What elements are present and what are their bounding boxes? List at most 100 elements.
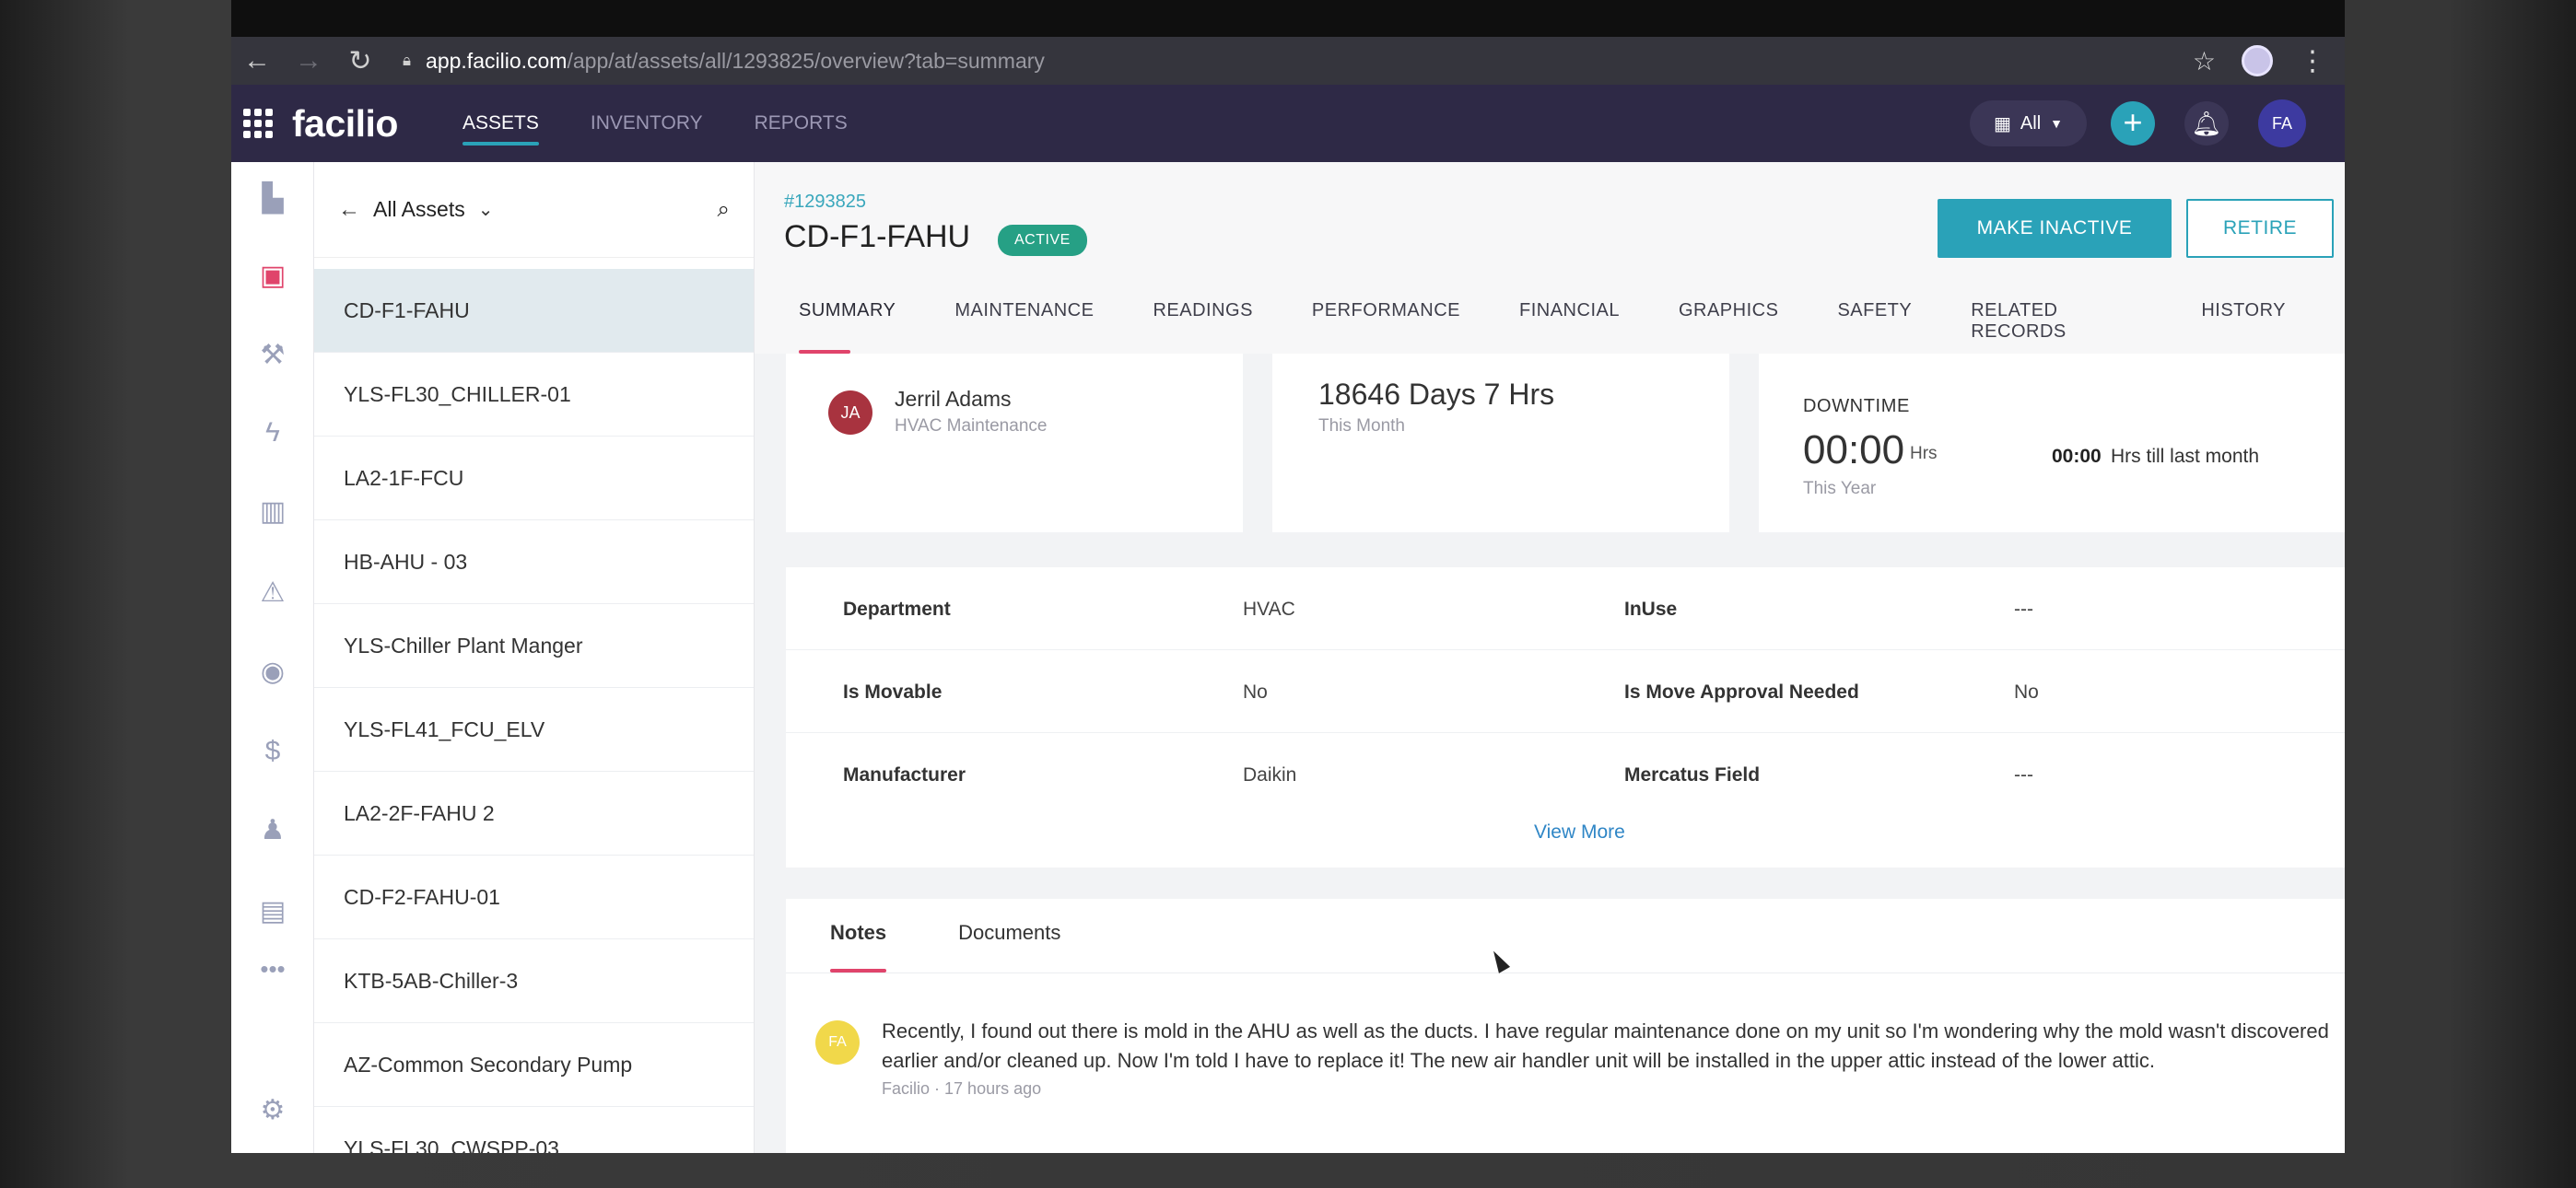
people-icon[interactable]: ◉ [256,656,289,689]
avatar: FA [815,1020,860,1065]
note-time: 17 hours ago [944,1079,1042,1098]
dashboard-icon[interactable]: ▥ [256,495,289,529]
detail-value: No [1243,681,1268,703]
tab-documents[interactable]: Documents [958,921,1060,973]
address-bar[interactable]: 🔒︎ app.facilio.com/app/at/assets/all/129… [403,49,2193,74]
asset-tabs: SUMMARY MAINTENANCE READINGS PERFORMANCE… [799,300,2345,354]
search-icon[interactable]: ⌕ [718,197,730,223]
star-icon[interactable]: ☆ [2193,46,2216,76]
asset-header: #1293825 CD-F1-FAHU ACTIVE MAKE INACTIVE… [755,162,2345,354]
app-logo: facilio [292,101,398,145]
chevron-down-icon: ▼ [2050,116,2063,131]
inbox-icon[interactable]: ▣ [256,260,289,293]
tab-history[interactable]: HISTORY [2201,300,2286,354]
page-title: CD-F1-FAHU [784,219,971,254]
plus-icon[interactable]: + [2111,101,2155,146]
tab-notes[interactable]: Notes [830,921,887,973]
downtime-last-label: Hrs till last month [2111,446,2260,467]
detail-label: InUse [1624,599,1678,620]
top-letterbox [231,0,2345,37]
list-item[interactable]: LA2-2F-FAHU 2 [314,772,754,856]
maintenance-icon[interactable]: ⚒ [256,339,289,372]
user-avatar[interactable]: FA [2258,99,2306,147]
detail-value: --- [2014,764,2033,786]
tab-readings[interactable]: READINGS [1153,300,1252,354]
downtime-card: DOWNTIME 00:00 Hrs This Year 00:00 Hrs t… [1759,354,2345,532]
invoice-icon[interactable]: $ [256,735,289,768]
lock-icon: 🔒︎ [403,52,412,69]
list-item[interactable]: HB-AHU - 03 [314,520,754,604]
details-card: Department HVAC InUse --- Is Movable No … [786,567,2345,868]
view-more-link[interactable]: View More [1534,821,1625,844]
header-actions: ▦ All ▼ + 🔔︎ FA [1970,99,2306,147]
nav-tab-reports[interactable]: REPORTS [755,85,848,162]
owner-card: JA Jerril Adams HVAC Maintenance [786,354,1243,532]
tab-performance[interactable]: PERFORMANCE [1312,300,1460,354]
site-selector-label: All [2020,112,2042,134]
list-item[interactable]: KTB-5AB-Chiller-3 [314,939,754,1023]
tab-related-records[interactable]: RELATED RECORDS [1971,300,2142,354]
list-item[interactable]: AZ-Common Secondary Pump [314,1023,754,1107]
forward-icon[interactable]: → [283,45,334,76]
detail-row: Is Movable No Is Move Approval Needed No [786,650,2345,733]
asset-list: CD-F1-FAHU YLS-FL30_CHILLER-01 LA2-1F-FC… [314,258,754,1153]
note-author: Facilio [882,1079,931,1098]
browser-toolbar: ← → ↻ 🔒︎ app.facilio.com/app/at/assets/a… [231,37,2345,85]
detail-label: Manufacturer [843,764,966,786]
asset-detail: #1293825 CD-F1-FAHU ACTIVE MAKE INACTIVE… [755,162,2345,1153]
browser-menu-icon[interactable]: ⋮ [2299,45,2326,77]
detail-label: Is Move Approval Needed [1624,681,1859,703]
browser-profile-avatar[interactable] [2242,45,2273,76]
reports-icon[interactable]: ▤ [256,895,289,928]
app-header: facilio ASSETS INVENTORY REPORTS ▦ All ▼… [231,85,2345,162]
list-item[interactable]: YLS-FL30_CHILLER-01 [314,353,754,437]
tab-safety[interactable]: SAFETY [1837,300,1912,354]
avatar: JA [828,390,872,435]
retire-button[interactable]: RETIRE [2186,199,2334,258]
tab-financial[interactable]: FINANCIAL [1519,300,1620,354]
portfolio-icon[interactable]: ▙ [256,182,289,215]
asset-id-link[interactable]: #1293825 [784,192,866,213]
grid-icon[interactable] [242,108,274,139]
detail-value: Daikin [1243,764,1297,786]
nav-tab-inventory[interactable]: INVENTORY [591,85,703,162]
chevron-down-icon[interactable]: ⌄ [478,198,494,221]
uptime-period: This Month [1318,416,1405,436]
make-inactive-button[interactable]: MAKE INACTIVE [1938,199,2172,258]
energy-icon[interactable]: ϟ [256,416,289,449]
notes-tabs: Notes Documents [830,921,1132,973]
reload-icon[interactable]: ↻ [334,45,386,77]
site-selector[interactable]: ▦ All ▼ [1970,100,2087,146]
bell-icon[interactable]: 🔔︎ [2184,101,2229,146]
downtime-title: DOWNTIME [1803,396,1910,416]
settings-icon[interactable]: ⚙ [256,1094,289,1127]
building-icon: ▦ [1994,113,2011,134]
uptime-card: 18646 Days 7 Hrs This Month [1272,354,1729,532]
more-icon[interactable]: ••• [256,952,289,985]
detail-row: Department HVAC InUse --- [786,567,2345,650]
tab-summary[interactable]: SUMMARY [799,300,896,354]
list-item[interactable]: YLS-FL41_FCU_ELV [314,688,754,772]
list-item[interactable]: YLS-Chiller Plant Manger [314,604,754,688]
tab-graphics[interactable]: GRAPHICS [1679,300,1778,354]
asset-list-title[interactable]: All Assets [373,197,465,222]
visitor-icon[interactable]: ♟ [256,814,289,847]
detail-label: Mercatus Field [1624,764,1761,786]
separator-dot: · [934,1079,945,1098]
list-item[interactable]: CD-F2-FAHU-01 [314,856,754,939]
back-arrow-icon[interactable]: ← [338,197,360,223]
url-path: /app/at/assets/all/1293825/overview?tab=… [567,48,1045,73]
list-item[interactable]: CD-F1-FAHU [314,269,754,353]
downtime-unit: Hrs [1910,444,1938,463]
alarm-icon[interactable]: ⚠ [256,577,289,610]
list-item[interactable]: YLS-FL30_CWSPP-03 [314,1107,754,1153]
detail-label: Department [843,599,951,620]
back-icon[interactable]: ← [231,45,283,76]
detail-value: No [2014,681,2039,703]
status-badge: ACTIVE [998,225,1087,256]
tab-maintenance[interactable]: MAINTENANCE [954,300,1094,354]
list-item[interactable]: LA2-1F-FCU [314,437,754,520]
asset-list-header: ← All Assets ⌄ ⌕ [314,162,754,258]
uptime-value: 18646 Days 7 Hrs [1318,378,1555,411]
nav-tab-assets[interactable]: ASSETS [462,85,539,162]
